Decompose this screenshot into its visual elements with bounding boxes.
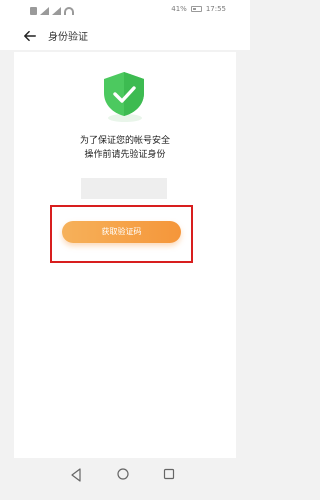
back-button[interactable] [22, 28, 38, 44]
signal-icon-2 [52, 7, 61, 15]
triangle-back-icon[interactable] [70, 468, 82, 482]
status-right: 41% 17:55 [171, 5, 226, 13]
get-code-button[interactable]: 获取验证码 [62, 221, 181, 243]
security-message-line1: 为了保证您的帐号安全 [79, 136, 170, 146]
battery-icon [190, 6, 202, 12]
status-bar: 41% 17:55 [0, 0, 250, 22]
circle-home-icon[interactable] [117, 468, 129, 480]
square-recents-icon[interactable] [163, 468, 175, 480]
battery-percent: 41% [171, 5, 187, 13]
signal-icon [40, 7, 49, 15]
phone-field [81, 178, 167, 199]
wifi-icon [64, 7, 74, 15]
arrow-left-icon [24, 30, 36, 42]
page-title: 身份验证 [48, 32, 88, 43]
clock-time: 17:55 [205, 5, 226, 13]
app-bar: 身份验证 [0, 22, 250, 50]
sim-icon [30, 7, 37, 15]
system-nav-bar [0, 460, 250, 500]
shield-check-icon [104, 72, 144, 116]
status-indicators [30, 7, 74, 15]
security-message-line2: 操作前请先验证身份 [84, 150, 166, 160]
